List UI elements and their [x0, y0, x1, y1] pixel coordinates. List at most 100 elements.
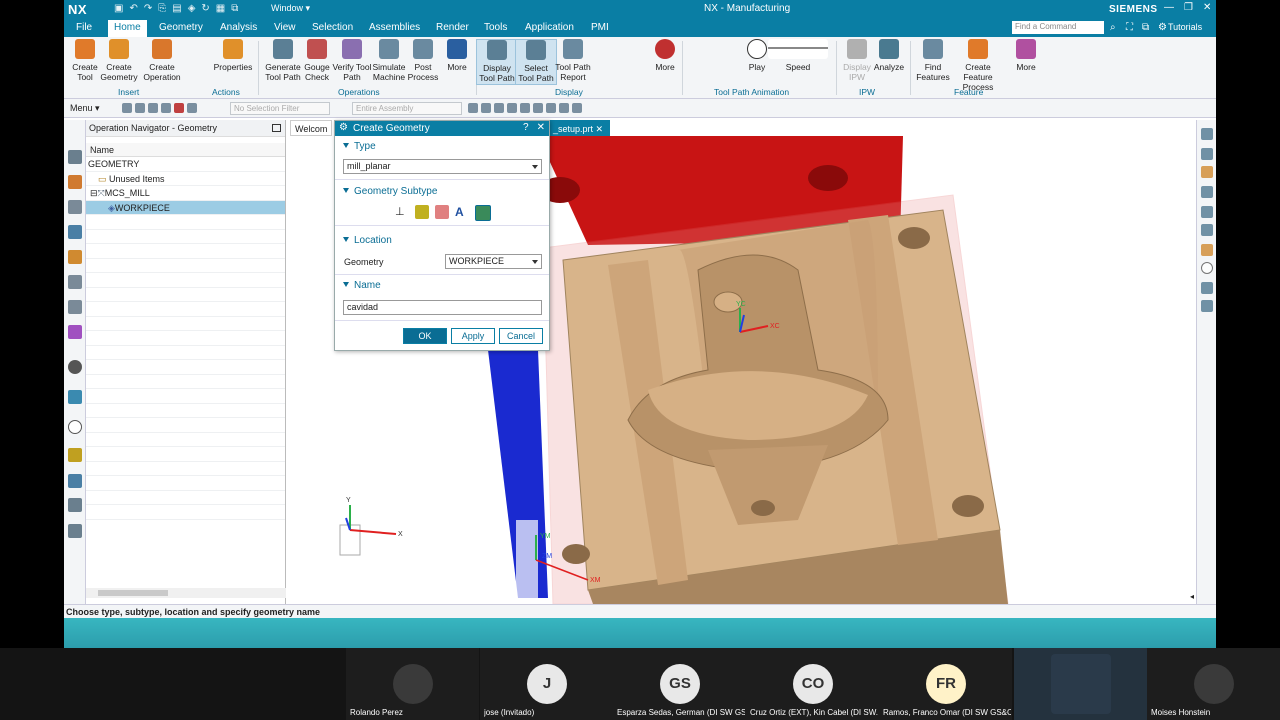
- view-icon[interactable]: [1201, 166, 1213, 178]
- tab-analysis[interactable]: Analysis: [220, 22, 257, 33]
- search-icon[interactable]: ⌕: [1110, 22, 1116, 33]
- tab-close-icon[interactable]: ✕: [596, 124, 604, 134]
- snap-icon[interactable]: [520, 103, 530, 113]
- participant-tile[interactable]: FR Ramos, Franco Omar (DI SW GS&CS...: [879, 648, 1012, 720]
- ok-button[interactable]: OK: [403, 328, 447, 344]
- verify-tool-path-button[interactable]: Verify Tool Path: [331, 39, 373, 82]
- web-icon[interactable]: [68, 360, 82, 374]
- participant-tile[interactable]: CO Cruz Ortiz (EXT), Kin Cabel (DI SW...: [746, 648, 879, 720]
- snap-icon[interactable]: [507, 103, 517, 113]
- command-search-input[interactable]: Find a Command: [1012, 21, 1104, 34]
- view-icon[interactable]: [1201, 300, 1213, 312]
- tab-tools[interactable]: Tools: [484, 22, 507, 33]
- snap-icon[interactable]: [494, 103, 504, 113]
- participant-video-tile[interactable]: [1014, 648, 1147, 720]
- view-icon[interactable]: [1201, 206, 1213, 218]
- copy-icon[interactable]: ⎘: [158, 3, 166, 14]
- location-section-header[interactable]: Location: [335, 235, 549, 246]
- workpiece-subtype-icon[interactable]: [415, 205, 429, 219]
- roles-icon[interactable]: [68, 448, 82, 462]
- tab-welcome[interactable]: Welcom: [290, 120, 333, 136]
- tab-selection[interactable]: Selection: [312, 22, 353, 33]
- navigator-icon[interactable]: [68, 150, 82, 164]
- render-icon[interactable]: ◈: [188, 3, 196, 14]
- type-section-header[interactable]: Type: [335, 141, 549, 152]
- mill-text-subtype-icon[interactable]: A: [455, 205, 469, 219]
- layout-icon[interactable]: ⧉: [1142, 22, 1149, 33]
- participant-tile[interactable]: GS Esparza Sedas, German (DI SW GS&...: [613, 648, 746, 720]
- part-navigator-icon[interactable]: [68, 175, 82, 189]
- tab-file[interactable]: File: [76, 22, 92, 33]
- tab-view[interactable]: View: [274, 22, 296, 33]
- participant-tile[interactable]: Rolando Perez: [346, 648, 479, 720]
- mill-boundary-subtype-icon[interactable]: [435, 205, 449, 219]
- cancel-button[interactable]: Cancel: [499, 328, 543, 344]
- tab-pmi[interactable]: PMI: [591, 22, 609, 33]
- window-menu[interactable]: Window ▾: [271, 3, 310, 14]
- select-icon[interactable]: [148, 103, 158, 113]
- layout-icon[interactable]: ▦: [216, 3, 225, 14]
- reuse-icon[interactable]: [68, 300, 82, 314]
- repeat-icon[interactable]: ↻: [201, 3, 209, 14]
- subtype-section-header[interactable]: Geometry Subtype: [335, 186, 549, 197]
- palette-icon[interactable]: [68, 524, 82, 538]
- clock-icon[interactable]: [68, 420, 82, 434]
- snap-icon[interactable]: [559, 103, 569, 113]
- mill-geom-subtype-icon[interactable]: [475, 205, 491, 221]
- select-icon[interactable]: [187, 103, 197, 113]
- tree-row-geometry[interactable]: GEOMETRY: [86, 157, 285, 172]
- view-icon[interactable]: [1201, 186, 1213, 198]
- minimize-icon[interactable]: —: [1164, 2, 1174, 13]
- more-operations-button[interactable]: More: [436, 39, 478, 72]
- history-icon[interactable]: [68, 390, 82, 404]
- maximize-icon[interactable]: [272, 124, 281, 132]
- speed-slider[interactable]: Speed: [768, 39, 828, 72]
- apply-button[interactable]: Apply: [451, 328, 495, 344]
- snap-icon[interactable]: [468, 103, 478, 113]
- tutorials-link[interactable]: Tutorials: [1156, 22, 1202, 32]
- tab-render[interactable]: Render: [436, 22, 469, 33]
- select-icon[interactable]: [122, 103, 132, 113]
- create-geometry-button[interactable]: Create Geometry: [98, 39, 140, 82]
- tab-home[interactable]: Home: [108, 20, 147, 37]
- tab-geometry[interactable]: Geometry: [159, 22, 203, 33]
- help-icon[interactable]: ?: [523, 122, 529, 133]
- fullscreen-icon[interactable]: ⛶: [1126, 22, 1133, 33]
- tree-row-unused-items[interactable]: ▭ Unused Items: [86, 172, 285, 186]
- filter-icon[interactable]: [174, 103, 184, 113]
- select-icon[interactable]: [161, 103, 171, 113]
- view-icon[interactable]: [1201, 148, 1213, 160]
- snap-icon[interactable]: [481, 103, 491, 113]
- snap-icon[interactable]: [546, 103, 556, 113]
- tab-setup-part[interactable]: _setup.prt ✕: [548, 120, 610, 136]
- scrollbar-thumb[interactable]: [98, 590, 168, 596]
- library-icon[interactable]: [68, 275, 82, 289]
- select-icon[interactable]: [135, 103, 145, 113]
- tree-row-mcs-mill[interactable]: ⊟⤧MCS_MILL: [86, 186, 285, 201]
- scroll-down-icon[interactable]: ◂: [1190, 592, 1194, 601]
- selection-filter-select[interactable]: No Selection Filter: [230, 102, 330, 115]
- create-feature-process-button[interactable]: Create Feature Process: [950, 39, 1006, 92]
- view-icon[interactable]: [1201, 128, 1213, 140]
- participant-tile[interactable]: J jose (Invitado): [480, 648, 613, 720]
- assembly-filter-select[interactable]: Entire Assembly: [352, 102, 462, 115]
- tree-row-workpiece[interactable]: ◈WORKPIECE: [86, 200, 285, 215]
- gear-icon[interactable]: ⚙: [339, 122, 348, 133]
- create-operation-button[interactable]: Create Operation: [141, 39, 183, 82]
- more-display-button[interactable]: More: [644, 39, 686, 72]
- paste-icon[interactable]: ▤: [172, 3, 181, 14]
- constraint-icon[interactable]: [68, 325, 82, 339]
- close-icon[interactable]: ✕: [537, 122, 545, 133]
- type-select[interactable]: mill_planar: [343, 159, 542, 174]
- view-icon[interactable]: [1201, 224, 1213, 236]
- view-icon[interactable]: [1201, 282, 1213, 294]
- redo-icon[interactable]: ↷: [144, 3, 152, 14]
- name-section-header[interactable]: Name: [335, 280, 549, 291]
- save-icon[interactable]: ▣: [114, 3, 123, 14]
- process-icon[interactable]: [68, 474, 82, 488]
- analyze-button[interactable]: Analyze: [868, 39, 910, 72]
- close-window-icon[interactable]: ✕: [1203, 2, 1211, 13]
- view-icon[interactable]: [1201, 244, 1213, 256]
- dialog-title-bar[interactable]: ⚙ Create Geometry ? ✕: [335, 121, 549, 136]
- restore-icon[interactable]: ❐: [1184, 2, 1193, 13]
